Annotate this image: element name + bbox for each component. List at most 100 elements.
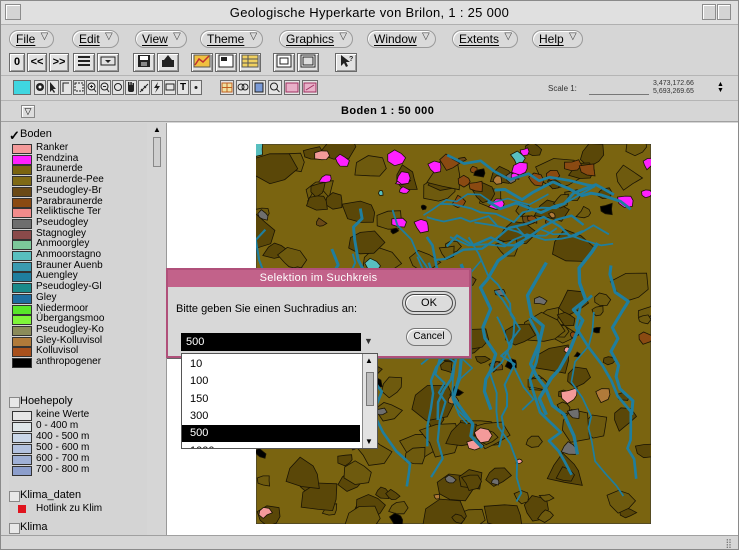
layer-title[interactable]: Klima bbox=[20, 521, 48, 533]
options-scrollbar[interactable]: ▲ ▼ bbox=[362, 354, 377, 448]
legend-item: 700 - 800 m bbox=[12, 464, 147, 476]
menu-extents[interactable]: Extents ▽ bbox=[452, 30, 519, 48]
legend-label: Braunerde bbox=[36, 163, 83, 175]
menu-help[interactable]: Help ▽ bbox=[532, 30, 583, 48]
pointer-icon[interactable] bbox=[47, 80, 59, 95]
help-pointer-icon[interactable]: ? bbox=[335, 53, 357, 72]
chevron-down-icon[interactable]: ▼ bbox=[364, 336, 373, 346]
legend-label: 0 - 400 m bbox=[36, 420, 79, 431]
cancel-button[interactable]: Cancel bbox=[406, 328, 452, 346]
layer-visibility-checkbox[interactable] bbox=[9, 491, 20, 502]
select-line-icon[interactable] bbox=[302, 80, 318, 95]
zoom-out-icon[interactable] bbox=[99, 80, 111, 95]
zoom-window-icon[interactable] bbox=[112, 80, 124, 95]
dialog-title: Selektion im Suchkreis bbox=[168, 270, 469, 287]
identify-icon[interactable] bbox=[34, 80, 46, 95]
theme-table-icon[interactable] bbox=[239, 53, 261, 72]
layer-title[interactable]: Hoehepoly bbox=[20, 395, 73, 407]
color-swatch-tool[interactable] bbox=[13, 80, 31, 95]
legend-label: Rendzina bbox=[36, 152, 79, 164]
scroll-thumb[interactable] bbox=[153, 137, 161, 167]
scroll-up-icon[interactable]: ▲ bbox=[151, 125, 163, 135]
chevron-down-icon: ▽ bbox=[249, 31, 258, 42]
layer-visibility-checkbox[interactable] bbox=[9, 397, 20, 408]
hotlink-icon[interactable] bbox=[151, 80, 163, 95]
title-bar[interactable]: Geologische Hyperkarte von Brilon, 1 : 2… bbox=[1, 1, 738, 25]
measure-icon[interactable] bbox=[138, 80, 150, 95]
radius-option[interactable]: 10 bbox=[182, 356, 360, 373]
maximize-button[interactable] bbox=[717, 4, 731, 20]
view-title: Boden 1 : 50 000 bbox=[341, 105, 435, 117]
radius-input[interactable]: 500 bbox=[181, 333, 361, 351]
layer-title[interactable]: Klima_daten bbox=[20, 489, 81, 501]
vertex-edit-icon[interactable] bbox=[60, 80, 72, 95]
map-chart-icon[interactable] bbox=[191, 53, 213, 72]
toc-toggle-icon[interactable]: ▽ bbox=[21, 105, 35, 118]
zoom-in-icon[interactable] bbox=[86, 80, 98, 95]
legend-label: Stagnogley bbox=[36, 227, 87, 239]
scroll-down-icon[interactable]: ▼ bbox=[365, 437, 373, 446]
legend-swatch bbox=[12, 229, 32, 240]
legend-scrollbar[interactable]: ▲ bbox=[151, 125, 163, 533]
pan-hand-icon[interactable] bbox=[125, 80, 137, 95]
legend-label: Pseudogley-Br bbox=[36, 184, 102, 196]
coordinate-x: 3,473,172.66 bbox=[653, 80, 694, 87]
legend-swatch bbox=[12, 165, 32, 176]
menu-file[interactable]: File ▽ bbox=[9, 30, 55, 48]
zoom-layer-icon[interactable] bbox=[273, 53, 295, 72]
resize-grip-icon[interactable]: ⣿ bbox=[725, 538, 732, 549]
menu-window[interactable]: Window ▽ bbox=[367, 30, 436, 48]
graticule-icon[interactable] bbox=[220, 80, 234, 95]
point-tool-icon[interactable] bbox=[190, 80, 202, 95]
radius-combobox[interactable]: 500 ▼ bbox=[181, 333, 377, 351]
ok-button[interactable]: OK bbox=[405, 294, 453, 312]
legend-swatch bbox=[12, 144, 32, 154]
scroll-thumb[interactable] bbox=[366, 372, 374, 406]
select-polygon-icon[interactable] bbox=[284, 80, 300, 95]
label-icon[interactable] bbox=[164, 80, 176, 95]
legend-swatch bbox=[12, 272, 32, 283]
legend-label: Parabraunerde bbox=[36, 195, 103, 207]
radius-options-list[interactable]: 100050030015010010 ▲ ▼ bbox=[181, 353, 378, 449]
radius-option[interactable]: 100 bbox=[182, 373, 360, 390]
soil-polygon bbox=[483, 504, 523, 524]
layer-title[interactable]: Boden bbox=[20, 128, 52, 140]
legend-swatch bbox=[12, 315, 32, 326]
radius-option[interactable]: 150 bbox=[182, 391, 360, 408]
chevron-down-icon: ▽ bbox=[173, 31, 181, 42]
legend-item: Brauner Auenb bbox=[12, 260, 147, 272]
spatial-query-icon[interactable] bbox=[236, 80, 250, 95]
zero-button[interactable]: 0 bbox=[9, 53, 25, 72]
save-icon[interactable] bbox=[133, 53, 155, 72]
legend-swatch bbox=[12, 186, 32, 197]
next-button[interactable]: >> bbox=[49, 53, 69, 72]
chevron-down-icon: ▽ bbox=[504, 31, 513, 42]
buffer-tool-icon[interactable] bbox=[252, 80, 266, 95]
anthropogenic-patch bbox=[592, 326, 601, 334]
scroll-up-icon[interactable]: ▲ bbox=[365, 356, 373, 365]
radius-option[interactable]: 500 bbox=[182, 425, 360, 443]
menu-graphics[interactable]: Graphics ▽ bbox=[279, 30, 354, 48]
menu-edit[interactable]: Edit ▽ bbox=[72, 30, 119, 48]
menu-theme[interactable]: Theme ▽ bbox=[200, 30, 264, 48]
minimize-button[interactable] bbox=[702, 4, 716, 20]
radius-option[interactable]: 300 bbox=[182, 408, 360, 425]
legend-label: anthropogener bbox=[36, 356, 102, 367]
layout-icon[interactable] bbox=[215, 53, 237, 72]
layer-visibility-checkbox[interactable]: ✓ bbox=[9, 129, 20, 142]
dropdown-panel-icon[interactable] bbox=[97, 53, 119, 72]
previous-button[interactable]: << bbox=[27, 53, 47, 72]
legend-label: Hotlink zu Klim bbox=[36, 503, 103, 514]
radius-option[interactable]: 1000 bbox=[182, 443, 360, 449]
select-area-icon[interactable] bbox=[73, 80, 85, 95]
text-tool-icon[interactable]: T bbox=[177, 80, 189, 95]
scale-input[interactable] bbox=[589, 82, 649, 95]
search-circle-icon[interactable] bbox=[268, 80, 282, 95]
zoom-full-icon[interactable] bbox=[297, 53, 319, 72]
import-icon[interactable] bbox=[157, 53, 179, 72]
legend-swatch bbox=[12, 411, 32, 421]
menu-view[interactable]: View ▽ bbox=[135, 30, 187, 48]
list-icon[interactable] bbox=[73, 53, 95, 72]
chevron-down-icon: ▽ bbox=[104, 31, 113, 42]
layer-visibility-checkbox[interactable] bbox=[9, 523, 20, 534]
